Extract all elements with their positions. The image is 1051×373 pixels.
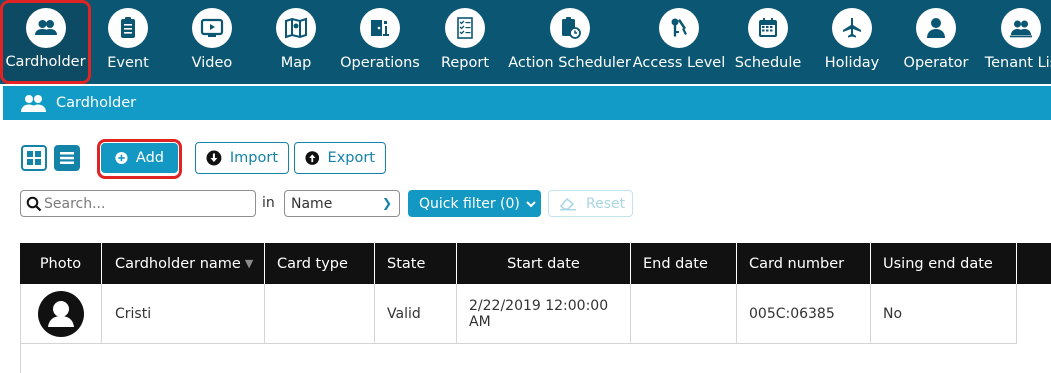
section-title: Cardholder [56, 95, 137, 111]
cell-photo [21, 284, 102, 343]
table-header: Photo Cardholder name ▼ Card type State … [20, 243, 1051, 284]
reset-button-label: Reset [586, 195, 626, 212]
section-header: Cardholder [3, 86, 1051, 120]
nav-label-operations: Operations [340, 55, 420, 71]
cardholder-icon [25, 8, 66, 48]
column-header-card-number[interactable]: Card number [737, 243, 871, 284]
search-field-selected-value: Name [291, 195, 333, 212]
operator-icon [916, 8, 956, 48]
nav-label-tenant-list: Tenant Lis [984, 55, 1051, 71]
quick-filter-label: Quick filter (0) [419, 195, 520, 212]
eraser-icon [559, 197, 576, 210]
nav-item-operator[interactable]: Operator [903, 0, 969, 84]
search-input[interactable]: Search... [20, 190, 256, 217]
search-placeholder: Search... [44, 195, 106, 212]
nav-label-map: Map [280, 55, 312, 71]
top-navigation-bar: Cardholder Event Video Map Operations Re… [0, 0, 1051, 84]
quick-filter-button[interactable]: Quick filter (0) [408, 190, 541, 217]
nav-item-tenant-list[interactable]: Tenant Lis [981, 0, 1051, 84]
chevron-down-icon: ❯ [381, 196, 392, 210]
nav-label-action-scheduler: Action Scheduler [508, 55, 631, 71]
tenant-list-icon [1001, 8, 1041, 48]
calendar-icon [748, 8, 788, 48]
cell-start-date: 2/22/2019 12:00:00 AM [457, 284, 631, 343]
nav-label-operator: Operator [903, 55, 969, 71]
action-scheduler-icon [549, 8, 590, 48]
download-circle-icon [206, 150, 222, 166]
operations-icon [360, 8, 400, 48]
list-view-button[interactable] [54, 145, 80, 171]
video-icon [192, 8, 232, 48]
list-icon [60, 152, 74, 164]
nav-item-cardholder[interactable]: Cardholder [0, 0, 91, 84]
nav-item-operations[interactable]: Operations [339, 0, 421, 84]
column-header-using-end-date[interactable]: Using end date [871, 243, 1017, 284]
airplane-icon [832, 8, 872, 48]
event-icon [108, 8, 148, 48]
import-button-label: Import [229, 150, 278, 166]
nav-item-schedule[interactable]: Schedule [735, 0, 801, 84]
chevron-down-icon [526, 200, 536, 207]
search-icon [26, 196, 42, 211]
nav-item-holiday[interactable]: Holiday [824, 0, 880, 84]
grid-view-button[interactable] [21, 145, 47, 171]
cell-state: Valid [375, 284, 457, 343]
grid-icon [27, 151, 41, 165]
cell-end-date [631, 284, 737, 343]
search-field-select[interactable]: Name ❯ [284, 190, 400, 217]
table-row[interactable]: Cristi Valid 2/22/2019 12:00:00 AM 005C:… [20, 284, 1017, 344]
nav-item-access-level[interactable]: Access Level [632, 0, 726, 84]
avatar-icon [38, 290, 84, 337]
nav-item-event[interactable]: Event [107, 0, 149, 84]
column-header-start-date[interactable]: Start date [457, 243, 631, 284]
nav-label-schedule: Schedule [734, 55, 802, 71]
cell-cardholder-name: Cristi [102, 284, 265, 343]
table-border [20, 344, 21, 373]
report-icon [445, 8, 485, 48]
column-header-photo[interactable]: Photo [20, 243, 102, 284]
nav-label-event: Event [107, 55, 149, 71]
cell-using-end-date: No [871, 284, 1017, 343]
add-button-label: Add [135, 150, 164, 166]
cardholder-icon [21, 95, 46, 112]
column-header-cardholder-name[interactable]: Cardholder name ▼ [102, 243, 265, 284]
nav-item-action-scheduler[interactable]: Action Scheduler [508, 0, 631, 84]
add-button[interactable]: Add [101, 143, 178, 173]
export-button-label: Export [327, 150, 375, 166]
nav-item-map[interactable]: Map [276, 0, 316, 84]
nav-item-report[interactable]: Report [440, 0, 490, 84]
search-in-label: in [262, 195, 275, 211]
column-header-state[interactable]: State [375, 243, 457, 284]
cell-card-type [265, 284, 375, 343]
nav-label-cardholder: Cardholder [5, 54, 86, 70]
export-button[interactable]: Export [294, 142, 386, 174]
nav-label-access-level: Access Level [632, 55, 726, 71]
nav-label-report: Report [440, 55, 490, 71]
column-header-card-type[interactable]: Card type [265, 243, 375, 284]
nav-item-video[interactable]: Video [189, 0, 235, 84]
import-button[interactable]: Import [195, 142, 289, 174]
plus-circle-icon [115, 151, 128, 165]
nav-label-video: Video [191, 55, 233, 71]
map-icon [276, 8, 316, 48]
nav-label-holiday: Holiday [824, 55, 880, 71]
upload-circle-icon [305, 151, 320, 165]
reset-button[interactable]: Reset [548, 190, 633, 217]
column-header-end-date[interactable]: End date [631, 243, 737, 284]
cell-card-number: 005C:06385 [737, 284, 871, 343]
sort-descending-icon: ▼ [244, 257, 254, 270]
access-level-icon [659, 8, 699, 48]
